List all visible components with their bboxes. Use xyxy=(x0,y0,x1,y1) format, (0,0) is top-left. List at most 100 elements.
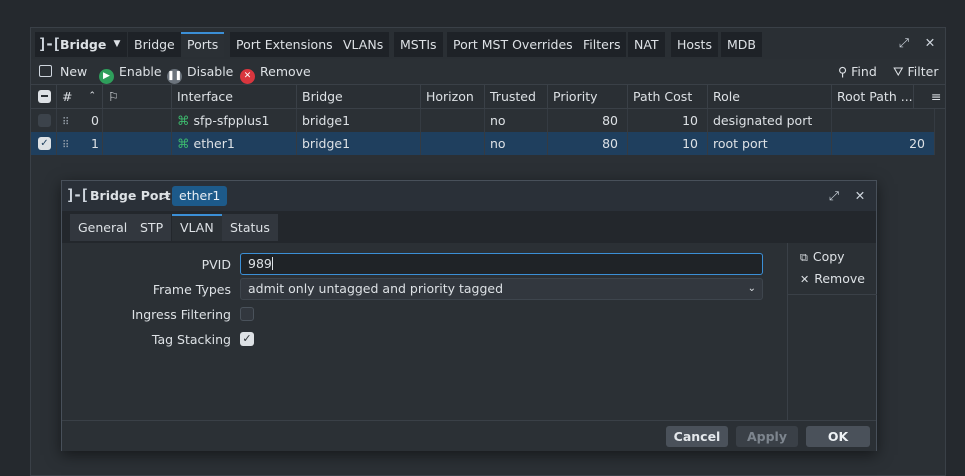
ingress-filtering-label: Ingress Filtering xyxy=(131,307,231,322)
tab-stp[interactable]: STP xyxy=(132,214,172,241)
tab-port-mst-overrides[interactable]: Port MST Overrides xyxy=(447,32,579,57)
column-horizon[interactable]: Horizon xyxy=(421,85,485,108)
table-row[interactable]: ⠿ 0 ⌘ sfp-sfpplus1 bridge1 no 80 10 desig… xyxy=(31,109,935,133)
select-all-checkbox[interactable] xyxy=(31,85,57,108)
column-number[interactable]: # ⌃ xyxy=(57,85,103,108)
expand-icon[interactable]: ⤢ xyxy=(895,34,913,52)
tag-stacking-checkbox[interactable]: ✓ xyxy=(240,332,254,346)
dialog-title-bar: ]-[ Bridge Port > ether1 ⤢ ✕ xyxy=(62,181,876,211)
frame-types-value: admit only untagged and priority tagged xyxy=(248,281,504,296)
bridge-port-dialog: ]-[ Bridge Port > ether1 ⤢ ✕ General STP… xyxy=(61,180,877,451)
brand-label: Bridge xyxy=(60,37,107,52)
column-menu-icon[interactable]: ≡ xyxy=(931,85,941,108)
text-cursor xyxy=(271,257,273,270)
tab-mstis[interactable]: MSTIs xyxy=(394,32,443,57)
row-root-path xyxy=(832,109,935,132)
new-button[interactable]: New xyxy=(39,62,87,82)
tab-port-extensions[interactable]: Port Extensions xyxy=(230,32,339,57)
table-header: # ⌃ ⚐ Interface Bridge Horizon Trusted P… xyxy=(31,84,945,109)
enable-label: Enable xyxy=(119,64,162,79)
row-bridge: bridge1 xyxy=(297,109,421,132)
tab-bridge[interactable]: Bridge xyxy=(128,32,181,57)
column-role[interactable]: Role xyxy=(708,85,832,108)
copy-label: Copy xyxy=(812,249,845,264)
enable-button[interactable]: ▶ Enable xyxy=(99,62,162,84)
chevron-down-icon[interactable]: ▼ xyxy=(107,32,127,57)
column-root-path[interactable]: Root Path ... xyxy=(832,85,914,108)
close-icon[interactable]: ✕ xyxy=(851,187,869,205)
filter-icon: ⛛ xyxy=(893,64,904,79)
check-icon: ✓ xyxy=(242,332,252,345)
pvid-label: PVID xyxy=(201,257,231,272)
column-priority[interactable]: Priority xyxy=(548,85,628,108)
minus-icon xyxy=(38,90,51,103)
row-number-value: 1 xyxy=(91,136,99,151)
find-button[interactable]: ⚲ Find xyxy=(838,62,877,82)
filter-button[interactable]: ⛛ Filter xyxy=(893,62,938,82)
pvid-input[interactable]: 989 xyxy=(240,253,763,275)
remove-button[interactable]: ✕ Remove xyxy=(800,271,865,286)
interface-icon: ⌘ xyxy=(177,136,190,151)
row-flags xyxy=(103,132,172,155)
drag-handle-icon[interactable]: ⠿ xyxy=(62,140,69,151)
tab-vlan[interactable]: VLAN xyxy=(172,214,222,241)
row-path-cost: 10 xyxy=(628,132,708,155)
ok-button[interactable]: OK xyxy=(806,426,870,447)
flag-icon: ⚐ xyxy=(108,89,120,104)
ingress-filtering-checkbox[interactable] xyxy=(240,307,254,321)
row-checkbox[interactable]: ✓ xyxy=(31,132,57,155)
row-number: ⠿ 0 xyxy=(57,109,103,132)
copy-button[interactable]: ⧉ Copy xyxy=(800,249,845,265)
row-interface: ⌘ sfp-sfpplus1 xyxy=(172,109,297,132)
row-horizon xyxy=(421,132,485,155)
divider xyxy=(788,294,877,295)
interface-icon: ⌘ xyxy=(177,113,190,128)
new-label: New xyxy=(60,64,88,79)
copy-icon: ⧉ xyxy=(800,251,808,264)
tab-ports[interactable]: Ports xyxy=(181,32,225,57)
new-icon xyxy=(39,65,52,77)
row-flags xyxy=(103,109,172,132)
close-icon: ✕ xyxy=(800,273,810,286)
row-interface: ⌘ ether1 xyxy=(172,132,297,155)
column-bridge[interactable]: Bridge xyxy=(297,85,421,108)
expand-icon[interactable]: ⤢ xyxy=(825,187,843,205)
checkbox-box xyxy=(38,114,51,127)
tag-stacking-label: Tag Stacking xyxy=(151,332,231,347)
tab-general[interactable]: General xyxy=(70,214,136,241)
remove-label: Remove xyxy=(260,64,311,79)
cancel-button[interactable]: Cancel xyxy=(666,426,728,447)
row-trusted: no xyxy=(485,109,548,132)
play-icon: ▶ xyxy=(99,69,114,84)
row-priority: 80 xyxy=(548,132,628,155)
remove-button[interactable]: ✕ Remove xyxy=(240,62,311,84)
frame-types-select[interactable]: admit only untagged and priority tagged … xyxy=(240,278,763,300)
tab-filters[interactable]: Filters xyxy=(577,32,627,57)
find-label: Find xyxy=(851,64,877,79)
row-path-cost: 10 xyxy=(628,109,708,132)
breadcrumb-separator: > xyxy=(160,188,171,203)
table-row[interactable]: ✓ ⠿ 1 ⌘ ether1 bridge1 no 80 10 root port… xyxy=(31,132,935,155)
tab-vlans[interactable]: VLANs xyxy=(337,32,390,57)
remove-x-icon: ✕ xyxy=(240,69,255,84)
apply-button[interactable]: Apply xyxy=(736,426,798,447)
column-path-cost[interactable]: Path Cost xyxy=(628,85,708,108)
tab-mdb[interactable]: MDB xyxy=(721,32,762,57)
brand-tab[interactable]: ]-[ Bridge xyxy=(35,32,112,57)
column-trusted[interactable]: Trusted xyxy=(485,85,548,108)
row-checkbox[interactable] xyxy=(31,109,57,132)
row-priority: 80 xyxy=(548,109,628,132)
tab-status[interactable]: Status xyxy=(222,214,278,241)
tab-hosts[interactable]: Hosts xyxy=(671,32,718,57)
column-flags[interactable]: ⚐ xyxy=(103,85,172,108)
filter-label: Filter xyxy=(907,64,939,79)
disable-button[interactable]: ❚❚ Disable xyxy=(167,62,233,84)
search-icon: ⚲ xyxy=(838,64,848,79)
drag-handle-icon[interactable]: ⠿ xyxy=(62,117,69,128)
close-icon[interactable]: ✕ xyxy=(921,34,939,52)
row-role: designated port xyxy=(708,109,832,132)
title-bar: ]-[ Bridge ▼ Bridge Ports Port Extension… xyxy=(31,28,945,59)
column-interface[interactable]: Interface xyxy=(172,85,297,108)
dialog-title: Bridge Port xyxy=(90,188,171,203)
tab-nat[interactable]: NAT xyxy=(628,32,665,57)
